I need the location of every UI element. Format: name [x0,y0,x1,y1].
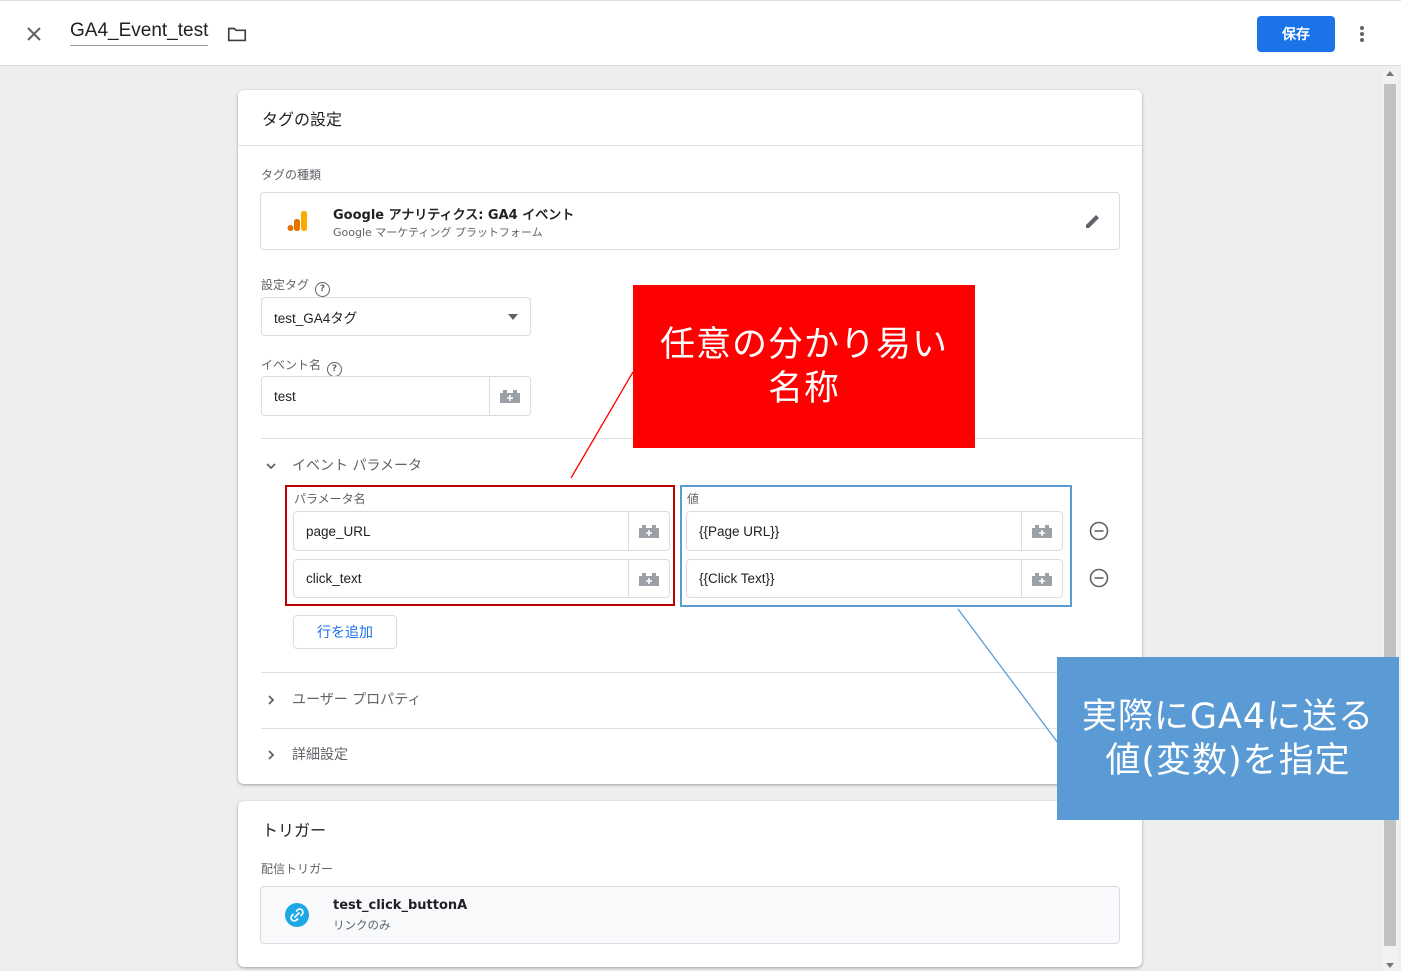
edit-pencil-icon[interactable] [1083,211,1103,231]
remove-row-icon[interactable] [1089,521,1109,541]
advanced-settings-toggle[interactable]: 詳細設定 [262,744,348,764]
add-row-button[interactable]: 行を追加 [293,615,397,649]
scroll-up-arrow-icon[interactable] [1386,71,1394,76]
event-name-label-text: イベント名 [261,358,322,372]
config-tag-label-text: 設定タグ [261,278,310,292]
annotation-blue-callout: 実際にGA4に送る 値(変数)を指定 [1057,657,1399,820]
top-border [0,0,1401,4]
advanced-settings-label: 詳細設定 [292,747,348,763]
google-analytics-icon [287,211,307,231]
param-name-highlight [285,485,675,606]
page-scrollbar[interactable] [1382,68,1398,971]
close-icon[interactable] [22,22,46,46]
event-params-toggle[interactable]: イベント パラメータ [262,455,422,475]
dropdown-arrow-icon[interactable] [508,314,518,320]
section-divider [261,672,1142,673]
variable-brick-icon [500,390,520,403]
event-name-field[interactable]: test [261,376,531,416]
trigger-name: test_click_buttonA [333,898,468,913]
top-bar: GA4_Event_test 保存 [0,0,1401,66]
save-button[interactable]: 保存 [1257,16,1335,52]
trigger-title: トリガー [262,821,327,840]
config-tag-value: test_GA4タグ [274,310,358,326]
help-icon[interactable]: ? [315,282,331,297]
user-properties-label: ユーザー プロパティ [292,692,422,708]
workspace-title[interactable]: GA4_Event_test [70,20,209,46]
tag-type-box[interactable]: Google アナリティクス: GA4 イベント Google マーケティング … [260,192,1120,250]
section-divider [261,728,1142,729]
user-properties-toggle[interactable]: ユーザー プロパティ [262,689,421,709]
chevron-right-icon [268,750,275,760]
trigger-item[interactable]: test_click_buttonA リンクのみ [260,886,1120,944]
tag-type-label: タグの種類 [261,168,322,182]
remove-row-icon[interactable] [1089,568,1109,588]
scroll-down-arrow-icon[interactable] [1386,963,1394,968]
variable-picker-button[interactable] [489,377,530,415]
event-name-label: イベント名? [261,356,343,377]
card-title-divider [238,145,1142,146]
tag-config-title: タグの設定 [262,110,343,129]
event-name-value[interactable]: test [274,377,296,415]
tag-type-name: Google アナリティクス: GA4 イベント [333,208,575,223]
more-vert-icon[interactable] [1352,22,1372,46]
trigger-sub: リンクのみ [333,918,391,932]
chevron-down-icon [266,463,276,470]
config-tag-select[interactable]: test_GA4タグ [261,297,531,336]
folder-icon[interactable] [226,23,248,45]
tag-type-sub: Google マーケティング プラットフォーム [333,226,543,239]
annotation-red-callout: 任意の分かり易い 名称 [633,285,975,448]
firing-trigger-label: 配信トリガー [261,862,334,876]
trigger-card: トリガー 配信トリガー test_click_buttonA リンクのみ [238,801,1142,967]
link-trigger-icon [285,903,309,927]
config-tag-label: 設定タグ? [261,276,331,297]
param-value-highlight [680,485,1072,607]
event-params-label: イベント パラメータ [292,458,423,474]
chevron-right-icon [268,695,275,705]
help-icon[interactable]: ? [327,362,343,377]
